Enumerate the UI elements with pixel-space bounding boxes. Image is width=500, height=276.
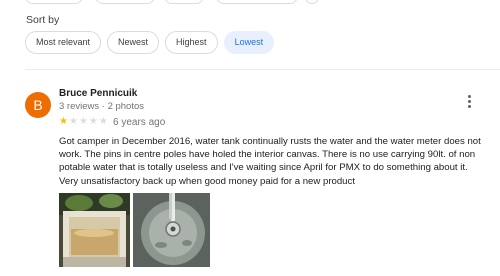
- sort-chip-highest[interactable]: Highest: [165, 31, 218, 54]
- reviewer-name[interactable]: Bruce Pennicuik: [59, 88, 137, 99]
- review-text: Got camper in December 2016, water tank …: [59, 136, 481, 187]
- reviewer-meta: 3 reviews · 2 photos: [59, 101, 145, 112]
- star-icon: ★: [59, 116, 68, 127]
- star-icon: ★: [78, 116, 88, 127]
- top-chip-partial[interactable]: [216, 0, 298, 4]
- top-chip-partial[interactable]: [164, 0, 204, 4]
- review-photo-water-tank[interactable]: [59, 193, 130, 267]
- star-icon: ★: [68, 116, 78, 127]
- sort-by-label: Sort by: [26, 14, 60, 26]
- star-icon: ★: [98, 116, 108, 127]
- sort-options: Most relevant Newest Highest Lowest: [25, 31, 275, 54]
- review-photo-sink-drain[interactable]: [133, 193, 210, 267]
- avatar[interactable]: B: [25, 92, 51, 118]
- more-vert-icon[interactable]: [462, 93, 476, 109]
- divider: [25, 69, 500, 70]
- sort-chip-most-relevant[interactable]: Most relevant: [25, 31, 102, 54]
- sort-chip-lowest[interactable]: Lowest: [223, 31, 275, 54]
- sort-chip-newest[interactable]: Newest: [107, 31, 160, 54]
- reviews-panel: Sort by Most relevant Newest Highest Low…: [0, 0, 500, 276]
- top-chip-partial[interactable]: [25, 0, 83, 4]
- star-rating: ★ ★ ★ ★ ★: [59, 117, 108, 127]
- star-icon: ★: [88, 116, 98, 127]
- top-chip-partial[interactable]: [305, 0, 319, 4]
- top-chip-partial[interactable]: [95, 0, 155, 4]
- review-age: 6 years ago: [113, 117, 166, 128]
